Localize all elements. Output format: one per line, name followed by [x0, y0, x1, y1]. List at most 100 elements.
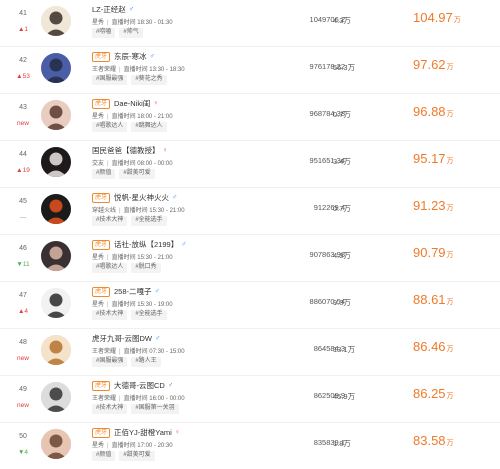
popularity-value: 1.8万 [333, 439, 351, 448]
avatar[interactable] [41, 100, 71, 130]
tag[interactable]: #技术大神 [92, 216, 128, 226]
tag[interactable]: #技术大神 [92, 404, 128, 414]
live-time: 直播时间 07:30 - 15:00 [123, 349, 185, 355]
tag[interactable]: #国服最强 [92, 75, 128, 85]
ranking-row[interactable]: 45— 虎牙 悦帆-星火神火火 ♂ 穿越火线 | 直播时间 15:30 - 21:00 #技术… [0, 188, 500, 235]
tag[interactable]: #唱歌达人 [92, 263, 128, 273]
tag-list: #国服最强 #葵花之秀 [92, 75, 302, 85]
streamer-info: 虎牙 东辰-寒冰 ♂ 王者荣耀 | 直播时间 13:30 - 18:30 #国服最强 #葵花之… [92, 51, 302, 85]
popularity-value: 3.4万 [333, 157, 351, 166]
tag[interactable]: #甜美可爱 [119, 169, 155, 179]
avatar[interactable] [41, 335, 71, 365]
rank-number: 43 [19, 104, 27, 111]
streamer-name[interactable]: 258-二嘎子 [114, 286, 152, 297]
live-time: 直播时间 15:30 - 21:00 [123, 208, 185, 214]
tag[interactable]: #国服第一关羽 [131, 404, 179, 414]
gender-icon: ♀ [174, 429, 181, 436]
heat-unit: 万 [446, 205, 454, 212]
popularity-value: 13.1万 [333, 345, 356, 354]
platform-badge: 虎牙 [92, 286, 111, 297]
heat-unit: 万 [453, 17, 461, 24]
streamer-name[interactable]: 正佰YJ-甜橙Yami [114, 427, 172, 438]
rank-change: ▲1 [17, 26, 29, 33]
streamer-info: 虎牙 258-二嘎子 ♂ 星秀 | 直播时间 15:30 - 19:00 #技术大神 #全能选… [92, 286, 302, 320]
streamer-info: 虎牙 正佰YJ-甜橙Yami ♀ 星秀 | 直播时间 17:00 - 20:30 #颜值 #甜… [92, 427, 302, 461]
heat-number: 97.62 [413, 57, 446, 72]
heat-number: 86.25 [413, 386, 446, 401]
heat-value: 96.88万 [413, 104, 454, 119]
rank-change: ▼4 [17, 449, 29, 456]
heat-unit: 万 [446, 440, 454, 447]
heat-unit: 万 [446, 111, 454, 118]
ranking-row[interactable]: 43 new 虎牙 Dae-Niki闺 ♀ 星秀 | 直播时间 18:00 - 21:00 #唱… [0, 94, 500, 141]
heat-unit: 万 [446, 299, 454, 306]
rank-number: 47 [19, 292, 27, 299]
avatar[interactable] [41, 288, 71, 318]
streamer-info: 虎牙 悦帆-星火神火火 ♂ 穿越火线 | 直播时间 15:30 - 21:00 #技术大神 #… [92, 192, 302, 226]
streamer-name[interactable]: 东辰-寒冰 [114, 51, 147, 62]
heat-value: 95.17万 [413, 151, 454, 166]
tag-list: #国服最强 #路人王 [92, 357, 302, 367]
ranking-row[interactable]: 46 ▼11 虎牙 话社-放纵【2199】 ♂ 星秀 | 直播时间 15:30 - 21:00… [0, 235, 500, 282]
heat-unit: 万 [446, 64, 454, 71]
popularity-value: 0.7万 [333, 204, 351, 213]
live-time: 直播时间 15:30 - 21:00 [111, 255, 173, 261]
tag[interactable]: #唱歌达人 [92, 122, 128, 132]
tag[interactable]: #帅气 [119, 28, 143, 38]
tag[interactable]: #路人王 [131, 357, 161, 367]
tag[interactable]: #脱口秀 [131, 263, 161, 273]
streamer-name[interactable]: 虎牙九哥-云图DW [92, 333, 152, 344]
streamer-ranking-list: 41 ▲1 LZ-正经赵 ♂ 星秀 | 直播时间 18:30 - 01:30 #唠嗑 #帅气 10… [0, 0, 500, 469]
avatar[interactable] [41, 241, 71, 271]
tag[interactable]: #颜值 [92, 451, 116, 461]
avatar[interactable] [41, 147, 71, 177]
gender-icon: ♂ [172, 194, 178, 201]
avatar[interactable] [41, 382, 71, 412]
game-category: 星秀 [92, 20, 105, 26]
gender-icon: ♂ [128, 6, 134, 13]
ranking-row[interactable]: 49 new 虎牙 大德哥-云图CD ♂ 王者荣耀 | 直播时间 16:00 - 00:00 #… [0, 376, 500, 423]
rank-change: new [17, 402, 29, 409]
streamer-name[interactable]: 话社-放纵【2199】 [114, 239, 178, 250]
ranking-row[interactable]: 50 ▼4 虎牙 正佰YJ-甜橙Yami ♀ 星秀 | 直播时间 17:00 - 20:30 #… [0, 423, 500, 469]
tag[interactable]: #全能选手 [131, 310, 167, 320]
tag[interactable]: #葵花之秀 [131, 75, 167, 85]
tag-list: #技术大神 #国服第一关羽 [92, 404, 302, 414]
streamer-name[interactable]: 悦帆-星火神火火 [114, 192, 169, 203]
avatar[interactable] [41, 53, 71, 83]
heat-value: 104.97万 [413, 10, 461, 25]
ranking-row[interactable]: 42 ▲53 虎牙 东辰-寒冰 ♂ 王者荣耀 | 直播时间 13:30 - 18:30 #国服最… [0, 47, 500, 94]
rank-change: ▲19 [16, 167, 30, 174]
ranking-row[interactable]: 41 ▲1 LZ-正经赵 ♂ 星秀 | 直播时间 18:30 - 01:30 #唠嗑 #帅气 10… [0, 0, 500, 47]
rank-number: 44 [19, 151, 27, 158]
avatar[interactable] [41, 194, 71, 224]
streamer-info: 虎牙九哥-云图DW ♂ 王者荣耀 | 直播时间 07:30 - 15:00 #国服最强 #路… [92, 333, 302, 367]
tag-list: #唱歌达人 #跳舞达人 [92, 122, 302, 132]
streamer-info: 国民爸爸【德教授】 ♀ 交友 | 直播时间 08:00 - 00:00 #颜值 #甜美可爱 [92, 145, 302, 179]
popularity-value: 4.3万 [333, 16, 351, 25]
tag[interactable]: #甜美可爱 [119, 451, 155, 461]
streamer-name[interactable]: 大德哥-云图CD [114, 380, 165, 391]
streamer-name[interactable]: Dae-Niki闺 [114, 98, 150, 109]
streamer-name[interactable]: 国民爸爸【德教授】 [92, 145, 160, 156]
streamer-name[interactable]: LZ-正经赵 [92, 4, 126, 15]
tag[interactable]: #技术大神 [92, 310, 128, 320]
ranking-row[interactable]: 44 ▲19 国民爸爸【德教授】 ♀ 交友 | 直播时间 08:00 - 00:00 #颜值 #… [0, 141, 500, 188]
tag[interactable]: #唠嗑 [92, 28, 116, 38]
rank-change: ▲4 [17, 308, 29, 315]
platform-badge: 虎牙 [92, 192, 111, 203]
avatar[interactable] [41, 429, 71, 459]
tag[interactable]: #跳舞达人 [131, 122, 167, 132]
game-category: 王者荣耀 [92, 67, 117, 73]
popularity-value: 56.3万 [333, 63, 356, 72]
tag[interactable]: #颜值 [92, 169, 116, 179]
game-category: 穿越火线 [92, 208, 117, 214]
tag[interactable]: #国服最强 [92, 357, 128, 367]
game-category: 王者荣耀 [92, 349, 117, 355]
ranking-row[interactable]: 47 ▲4 虎牙 258-二嘎子 ♂ 星秀 | 直播时间 15:30 - 19:00 #技术大神… [0, 282, 500, 329]
avatar[interactable] [41, 6, 71, 36]
ranking-row[interactable]: 48 new 虎牙九哥-云图DW ♂ 王者荣耀 | 直播时间 07:30 - 15:00 #国… [0, 329, 500, 376]
heat-number: 96.88 [413, 104, 446, 119]
tag[interactable]: #全能选手 [131, 216, 167, 226]
rank-change: new [17, 355, 29, 362]
